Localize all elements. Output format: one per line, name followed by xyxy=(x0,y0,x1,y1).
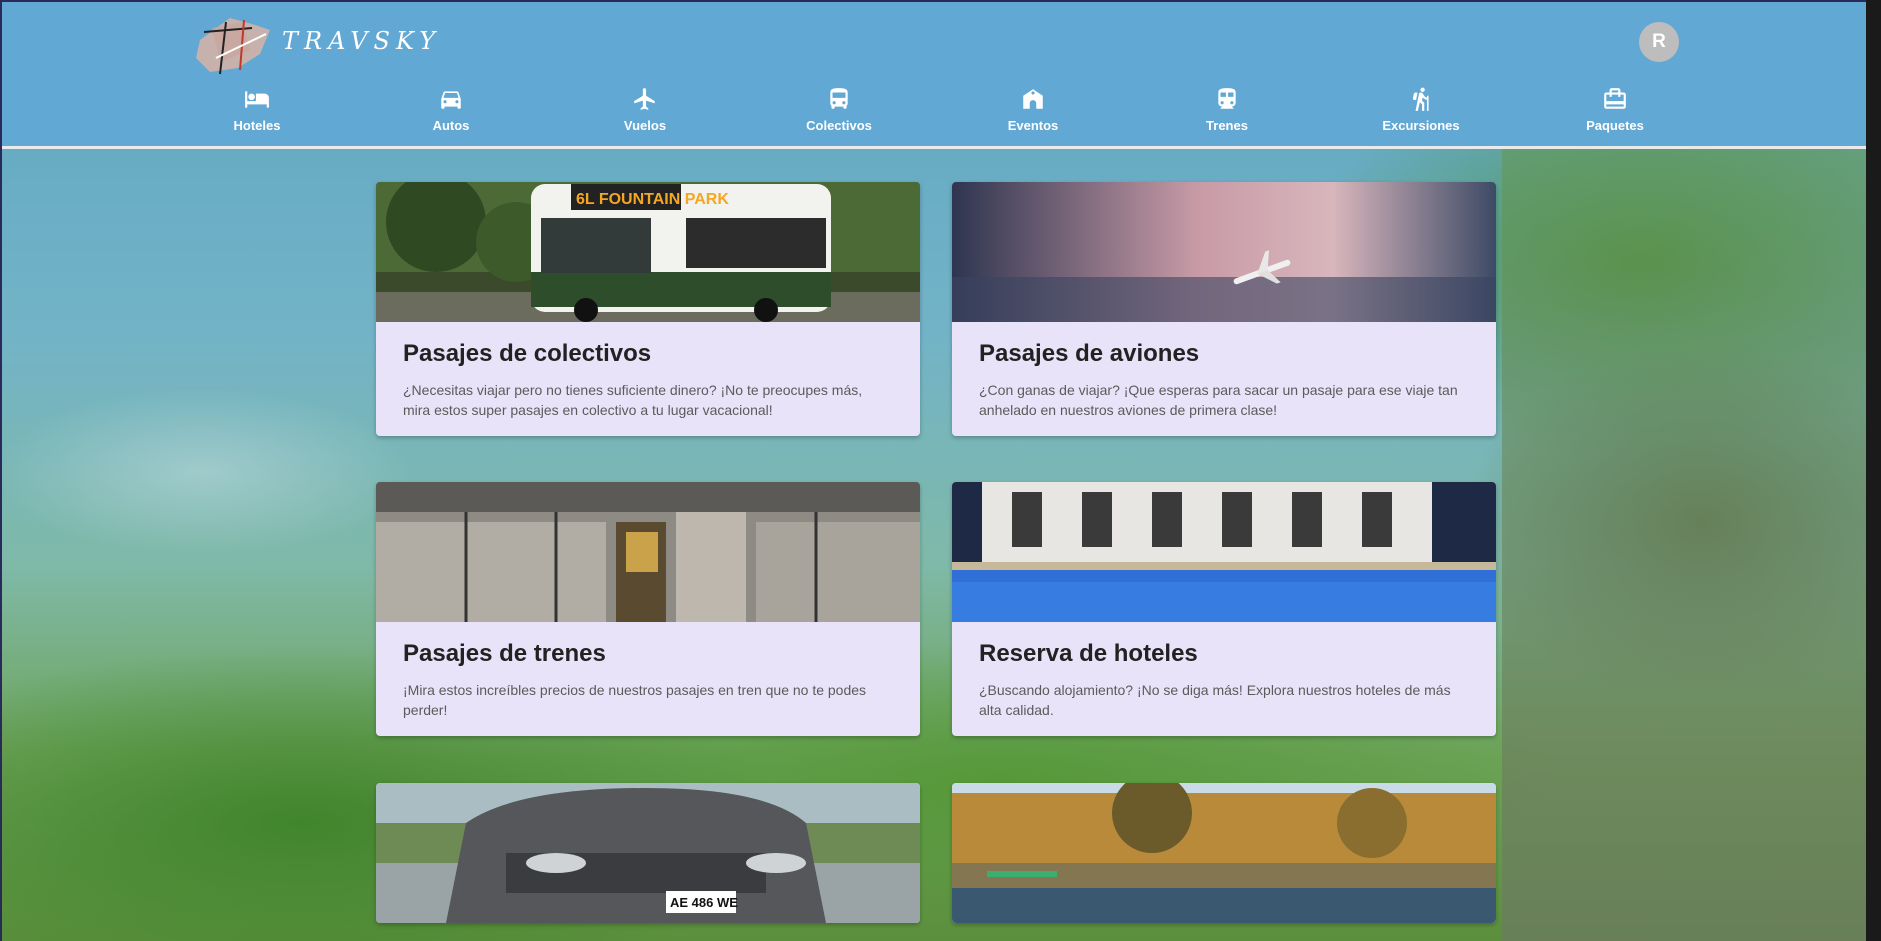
cliff-background xyxy=(1502,142,1866,941)
train-station-photo xyxy=(376,482,920,622)
nav-item-eventos[interactable]: Eventos xyxy=(968,86,1098,133)
nav-item-hoteles[interactable]: Hoteles xyxy=(192,86,322,133)
airplane-icon xyxy=(634,88,655,110)
nav-label: Excursiones xyxy=(1382,118,1460,133)
card-description: ¿Buscando alojamiento? ¡No se diga más! … xyxy=(979,682,1451,718)
hotel-pool-photo xyxy=(952,482,1496,622)
card-aviones[interactable]: Pasajes de aviones ¿Con ganas de viajar?… xyxy=(952,182,1496,436)
nav-item-paquetes[interactable]: Paquetes xyxy=(1550,86,1680,133)
car-icon xyxy=(441,91,461,109)
nav-item-colectivos[interactable]: Colectivos xyxy=(774,86,904,133)
car-photo: AE 486 WE xyxy=(376,783,920,923)
nav-label: Vuelos xyxy=(623,118,667,133)
nav-label: Paquetes xyxy=(1586,118,1644,133)
brand-name: TRAVSKY xyxy=(282,27,442,55)
card-colectivos[interactable]: 6L FOUNTAIN PARK Pasajes de colectivos ¿… xyxy=(376,182,920,436)
card-description: ¿Con ganas de viajar? ¡Que esperas para … xyxy=(979,382,1458,418)
bus-photo: 6L FOUNTAIN PARK xyxy=(376,182,920,322)
hiking-icon xyxy=(1412,87,1429,111)
nav-item-autos[interactable]: Autos xyxy=(386,86,516,133)
nav-label: Eventos xyxy=(1007,118,1059,133)
card-title: Pasajes de aviones xyxy=(979,340,1200,367)
nav-item-vuelos[interactable]: Vuelos xyxy=(580,86,710,133)
event-venue-icon xyxy=(1023,89,1043,109)
brand-logo[interactable]: TRAVSKY xyxy=(190,10,441,78)
card-description: ¿Necesitas viajar pero no tienes suficie… xyxy=(403,382,863,418)
card-title: Pasajes de trenes xyxy=(403,640,606,667)
logo-mark-icon xyxy=(190,10,280,78)
card-hoteles[interactable]: Reserva de hoteles ¿Buscando alojamiento… xyxy=(952,482,1496,736)
user-avatar[interactable]: R xyxy=(1639,22,1679,62)
card-autos[interactable]: AE 486 WE xyxy=(376,783,920,923)
nav-label: Hoteles xyxy=(233,118,281,133)
card-trenes[interactable]: Pasajes de trenes ¡Mira estos increíbles… xyxy=(376,482,920,736)
nav-label: Colectivos xyxy=(806,118,872,133)
nav-label: Trenes xyxy=(1206,118,1248,133)
bus-icon xyxy=(830,88,848,109)
svg-text:6L FOUNTAIN PARK: 6L FOUNTAIN PARK xyxy=(576,191,729,208)
browser-viewport: TRAVSKY R Hoteles Autos Vuelos Colectivo… xyxy=(0,0,1866,941)
luggage-icon xyxy=(1604,88,1626,109)
card-title: Pasajes de colectivos xyxy=(403,340,652,367)
train-icon xyxy=(1218,88,1236,109)
card-description: ¡Mira estos increíbles precios de nuestr… xyxy=(403,682,867,718)
nav-item-excursiones[interactable]: Excursiones xyxy=(1356,86,1486,133)
nav-item-trenes[interactable]: Trenes xyxy=(1162,86,1292,133)
category-nav: Hoteles Autos Vuelos Colectivos Eventos … xyxy=(2,86,1866,142)
lake-photo xyxy=(952,783,1496,923)
card-title: Reserva de hoteles xyxy=(979,640,1198,667)
svg-text:AE 486 WE: AE 486 WE xyxy=(670,895,738,910)
top-app-bar: TRAVSKY R Hoteles Autos Vuelos Colectivo… xyxy=(2,2,1866,149)
nav-label: Autos xyxy=(432,118,470,133)
airplane-photo xyxy=(952,182,1496,322)
bed-icon xyxy=(245,91,269,108)
card-excursiones[interactable] xyxy=(952,783,1496,923)
